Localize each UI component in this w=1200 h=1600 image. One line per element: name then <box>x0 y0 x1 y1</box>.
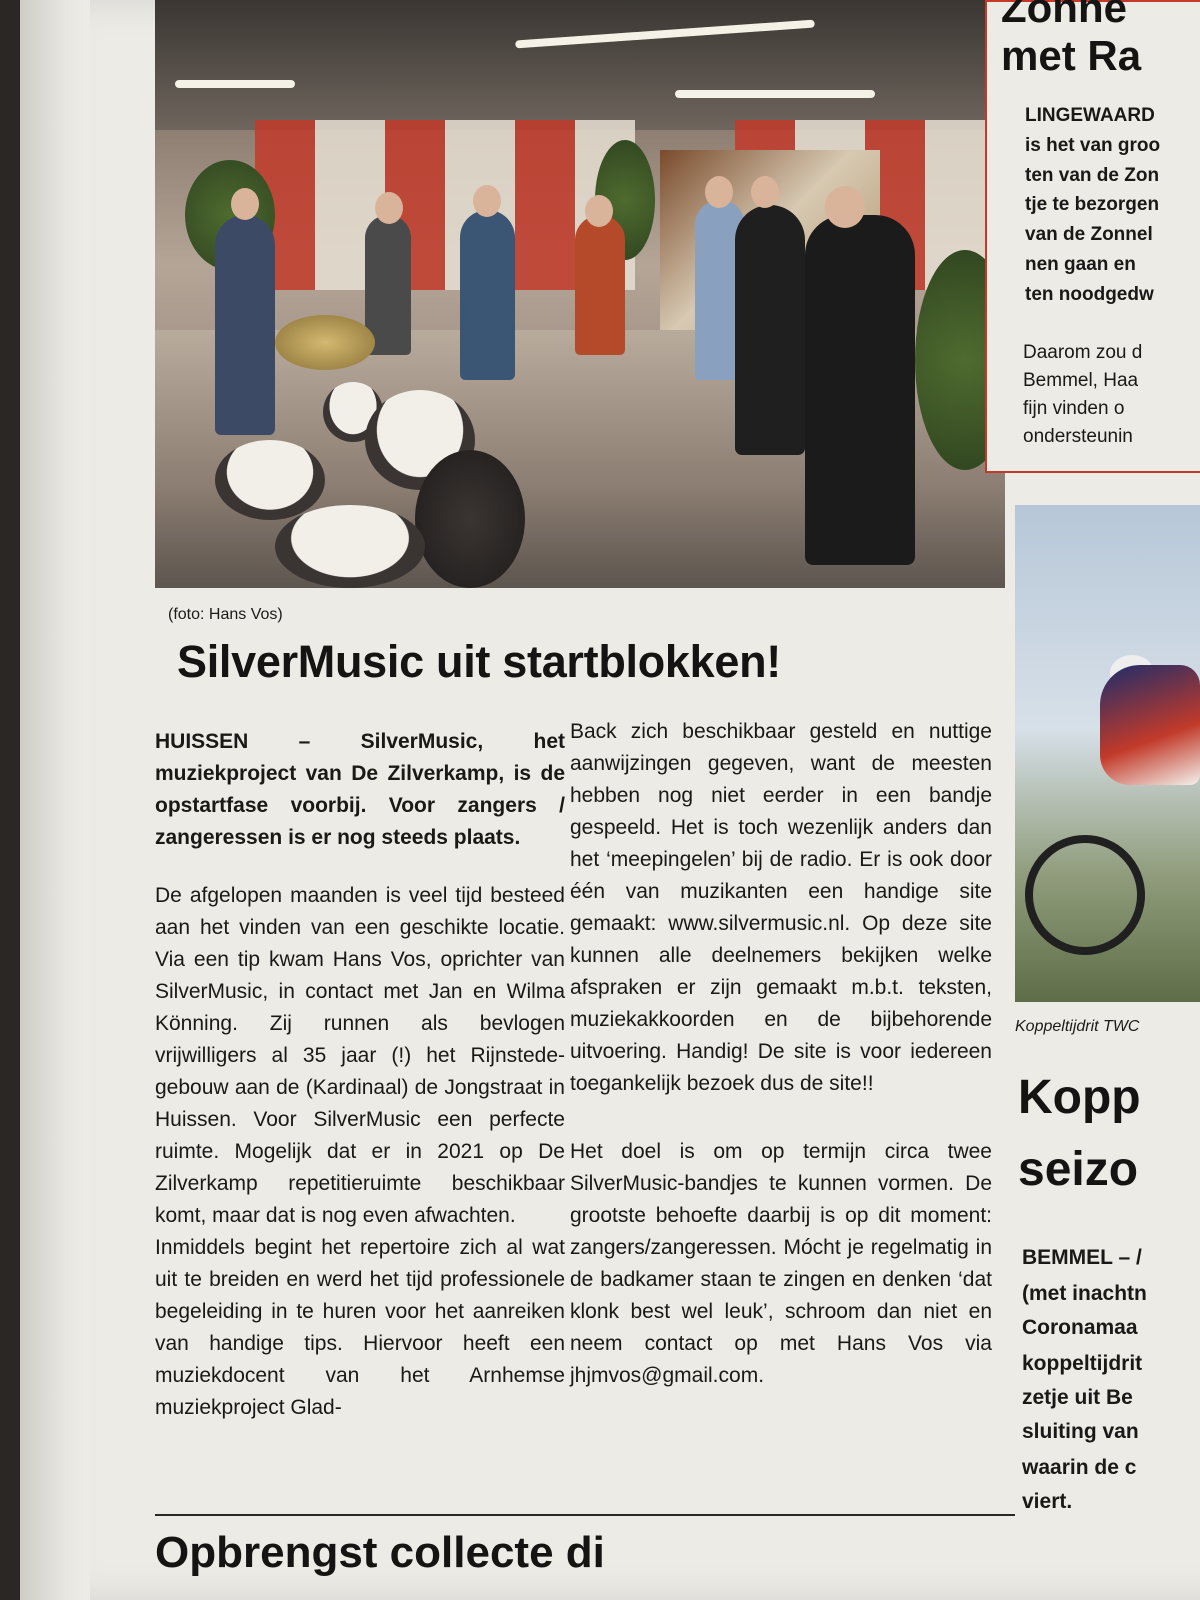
side-article-line: LINGEWAARD <box>1025 105 1155 126</box>
musician-head <box>825 186 865 228</box>
article-headline: SilverMusic uit startblokken! <box>177 636 781 687</box>
side-article-line: fijn vinden o <box>1023 398 1125 419</box>
side-article-line: koppeltijdrit <box>1022 1352 1143 1375</box>
photo-caption: (foto: Hans Vos) <box>168 606 283 623</box>
drum <box>275 505 425 588</box>
musician-head <box>375 192 403 224</box>
drum <box>215 440 325 520</box>
side-article-line: Bemmel, Haa <box>1023 370 1139 391</box>
article-column-1: HUISSEN – SilverMusic, het muziekproject… <box>155 726 565 1424</box>
article-paragraph: Back zich beschikbaar gesteld en nuttige… <box>570 720 992 1095</box>
musician-head <box>751 176 779 208</box>
article-paragraph: Het doel is om op termijn circa twee Sil… <box>570 1140 992 1387</box>
side-article-line: tje te bezorgen <box>1025 194 1160 215</box>
side-article-line: sluiting van <box>1022 1420 1139 1443</box>
side-article-line: (met inachtn <box>1022 1282 1147 1305</box>
article-paragraph: De afgelopen maanden is veel tijd bestee… <box>155 884 565 1227</box>
newspaper-page: (foto: Hans Vos) SilverMusic uit startbl… <box>20 0 1200 1600</box>
next-article-headline: Opbrengst collecte di <box>155 1528 605 1577</box>
side-article-line: van de Zonnel <box>1025 224 1153 245</box>
side-headline-line: Kopp <box>1018 1071 1141 1124</box>
musician-head <box>705 176 733 208</box>
photo-light <box>675 90 875 98</box>
side-article-line: is het van groo <box>1025 135 1161 156</box>
side-article-line: Coronamaa <box>1022 1316 1138 1339</box>
side-article-line: nen gaan en <box>1025 254 1136 275</box>
article-paragraph: Inmiddels begint het repertoire zich al … <box>155 1236 565 1419</box>
cyclist-photo-caption: Koppeltijdrit TWC <box>1015 1018 1140 1035</box>
side-article-line: waarin de c <box>1022 1456 1137 1479</box>
cyclist-photo <box>1015 505 1200 1002</box>
side-article-title: met Ra <box>1001 32 1142 79</box>
side-article-line: ten noodgedw <box>1025 284 1154 305</box>
musician <box>215 215 275 435</box>
side-article-line: ondersteunin <box>1023 426 1133 447</box>
musician <box>805 215 915 565</box>
side-article-line: viert. <box>1022 1490 1073 1513</box>
band-photo <box>155 0 1005 588</box>
section-divider <box>155 1514 1015 1516</box>
side-article-title-top: Zonne <box>1001 0 1127 31</box>
drum-cymbal <box>275 315 375 370</box>
photo-ceiling <box>155 0 1005 130</box>
musician-head <box>231 188 259 220</box>
musician <box>735 205 805 455</box>
musician <box>460 210 515 380</box>
article-column-2: Back zich beschikbaar gesteld en nuttige… <box>570 716 992 1392</box>
drum <box>415 450 525 588</box>
side-article-box: Zonne met Ra LINGEWAARD is het van groo … <box>985 0 1200 473</box>
side-article-line: zetje uit Be <box>1022 1386 1133 1409</box>
page-fold <box>20 0 90 1600</box>
side-headline-line: seizo <box>1018 1143 1139 1196</box>
musician-head <box>585 195 613 227</box>
cyclist-body <box>1100 665 1200 785</box>
side-article-line: ten van de Zon <box>1025 165 1160 186</box>
side-article-line: BEMMEL – / <box>1022 1246 1142 1269</box>
musician <box>575 215 625 355</box>
side-article-line: Daarom zou d <box>1023 342 1143 363</box>
musician-head <box>473 185 501 217</box>
bike-wheel <box>1025 835 1145 955</box>
article-lead: HUISSEN – SilverMusic, het muziekproject… <box>155 730 565 849</box>
photo-light <box>175 80 295 88</box>
